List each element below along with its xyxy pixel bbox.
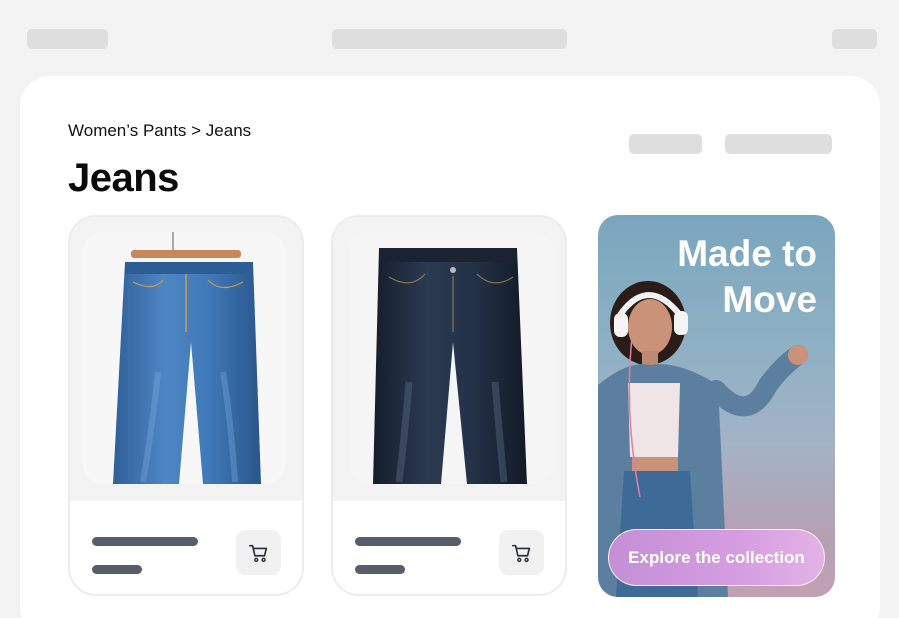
filter-placeholder[interactable] xyxy=(629,134,702,154)
product-name-placeholder xyxy=(355,537,461,546)
product-image-area xyxy=(70,217,302,501)
breadcrumb[interactable]: Women’s Pants > Jeans xyxy=(68,121,251,141)
product-name-placeholder xyxy=(92,537,198,546)
promo-headline-line1: Made to xyxy=(677,233,817,274)
top-left-placeholder[interactable] xyxy=(27,29,108,49)
cart-icon xyxy=(248,544,267,562)
product-card[interactable] xyxy=(331,215,567,596)
explore-collection-button[interactable]: Explore the collection xyxy=(608,529,825,586)
cart-icon xyxy=(511,544,530,562)
add-to-cart-button[interactable] xyxy=(236,530,281,575)
product-image-area xyxy=(333,217,565,501)
product-price-placeholder xyxy=(92,565,142,574)
product-image-light-jeans[interactable] xyxy=(83,232,285,484)
promo-banner[interactable]: Made to Move Explore the collection xyxy=(598,215,835,597)
product-price-placeholder xyxy=(355,565,405,574)
top-center-placeholder[interactable] xyxy=(332,29,567,49)
light-jeans-image xyxy=(83,232,285,484)
add-to-cart-button[interactable] xyxy=(499,530,544,575)
promo-headline: Made to Move xyxy=(677,231,817,323)
sort-placeholder[interactable] xyxy=(725,134,832,154)
page-title: Jeans xyxy=(68,156,179,200)
product-image-dark-jeans[interactable] xyxy=(349,232,553,484)
top-right-placeholder[interactable] xyxy=(832,29,877,49)
product-card[interactable] xyxy=(68,215,304,596)
dark-jeans-image xyxy=(349,232,553,484)
promo-headline-line2: Move xyxy=(722,279,817,320)
